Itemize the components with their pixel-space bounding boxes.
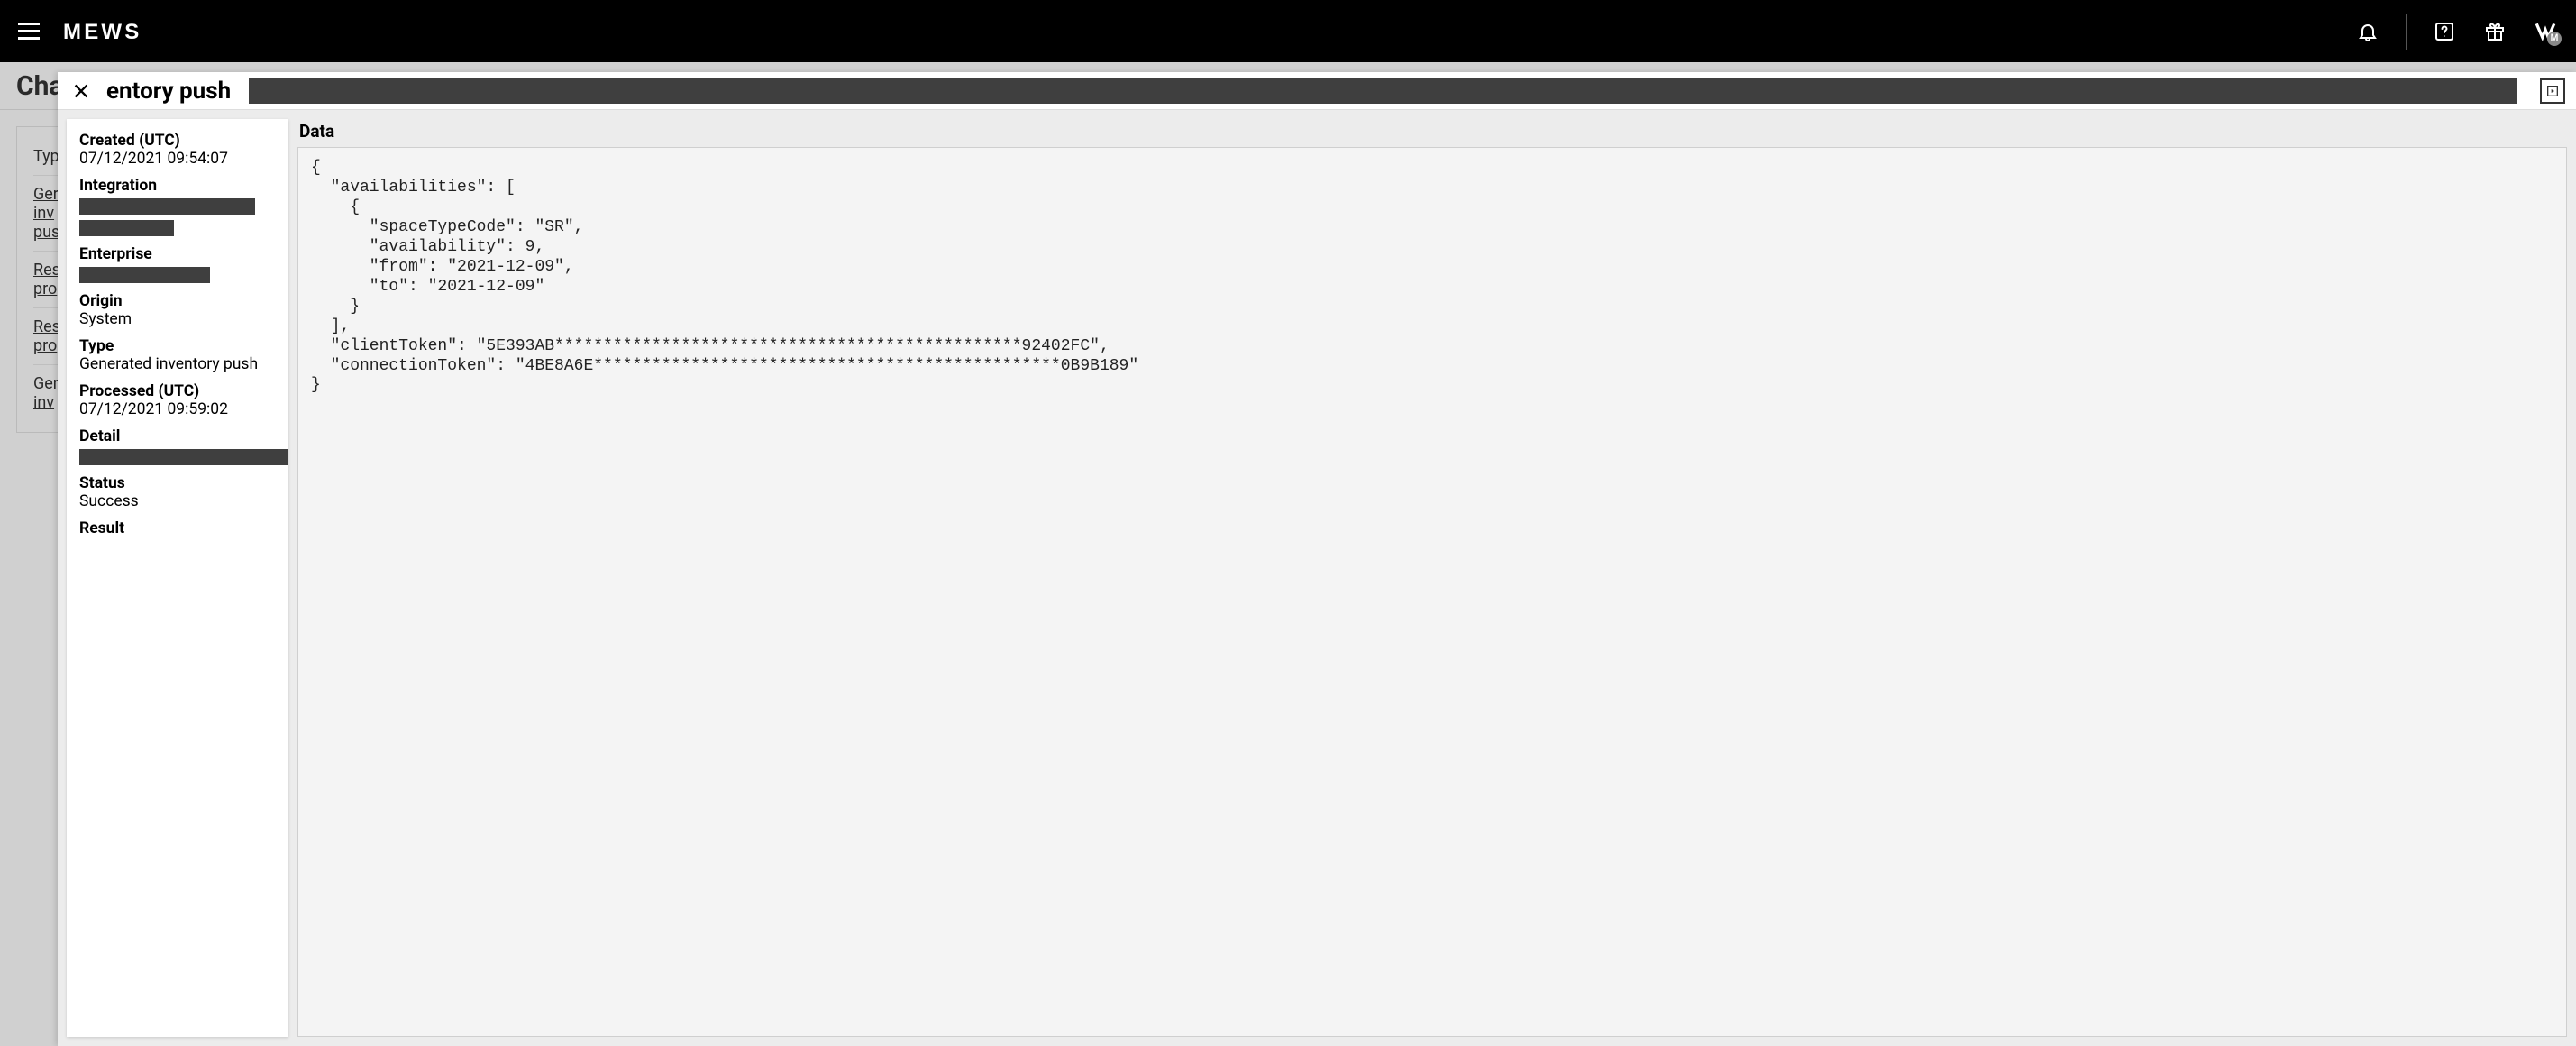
panel-title: entory push xyxy=(106,78,231,105)
help-icon[interactable] xyxy=(2432,19,2457,44)
gift-icon[interactable] xyxy=(2482,19,2507,44)
data-area: Data { "availabilities": [ { "spaceTypeC… xyxy=(297,119,2567,1037)
status-value: Success xyxy=(79,492,276,510)
integration-redacted xyxy=(79,198,255,215)
user-avatar[interactable]: M xyxy=(2533,19,2558,44)
enterprise-label: Enterprise xyxy=(79,245,276,263)
type-value: Generated inventory push xyxy=(79,355,276,373)
integration-redacted-2 xyxy=(79,220,174,236)
expand-icon[interactable] xyxy=(2540,78,2565,104)
panel-header: entory push xyxy=(58,72,2576,110)
enterprise-redacted xyxy=(79,267,210,283)
detail-panel: entory push Created (UTC) 07/12/2021 09:… xyxy=(58,72,2576,1046)
svg-text:MEWS: MEWS xyxy=(63,20,142,44)
created-label: Created (UTC) xyxy=(79,132,276,150)
detail-redacted xyxy=(79,449,288,465)
topbar-actions: M xyxy=(2355,14,2565,50)
origin-label: Origin xyxy=(79,292,276,310)
close-icon[interactable] xyxy=(69,78,94,104)
integration-label: Integration xyxy=(79,177,276,195)
divider xyxy=(2406,14,2407,50)
avatar-badge: M xyxy=(2547,32,2562,46)
data-payload[interactable]: { "availabilities": [ { "spaceTypeCode":… xyxy=(297,147,2567,1037)
top-bar: MEWS M xyxy=(0,0,2576,62)
app-logo[interactable]: MEWS xyxy=(63,19,207,44)
processed-label: Processed (UTC) xyxy=(79,382,276,400)
data-title: Data xyxy=(299,121,2567,142)
menu-icon[interactable] xyxy=(11,14,47,50)
bell-icon[interactable] xyxy=(2355,19,2380,44)
origin-value: System xyxy=(79,310,276,328)
processed-value: 07/12/2021 09:59:02 xyxy=(79,400,276,418)
panel-title-redacted xyxy=(249,78,2517,104)
status-label: Status xyxy=(79,474,276,492)
type-label: Type xyxy=(79,337,276,355)
meta-card: Created (UTC) 07/12/2021 09:54:07 Integr… xyxy=(67,119,288,1037)
created-value: 07/12/2021 09:54:07 xyxy=(79,150,276,168)
detail-label: Detail xyxy=(79,427,276,445)
result-label: Result xyxy=(79,519,276,537)
